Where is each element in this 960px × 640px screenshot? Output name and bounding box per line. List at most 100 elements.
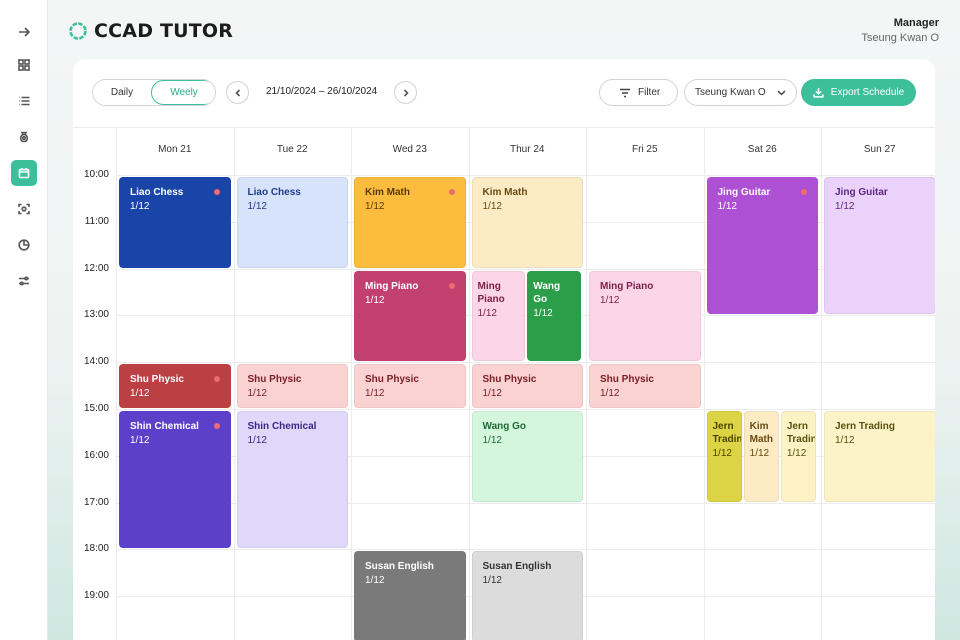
time-label: 19:00 <box>83 590 109 602</box>
event-count: 1/12 <box>247 201 267 212</box>
day-header: Sat 26 <box>747 144 777 155</box>
grid-line <box>586 127 587 640</box>
schedule-event[interactable]: Wang Go 1/12 <box>527 270 581 362</box>
next-week-button[interactable] <box>394 81 417 104</box>
day-header: Fri 25 <box>631 144 658 155</box>
settings-sliders-icon <box>19 276 29 286</box>
grid-line <box>233 127 235 640</box>
schedule-event[interactable]: Shin Chemical 1/12 <box>119 411 231 549</box>
event-count: 1/12 <box>130 201 150 212</box>
event-title: Shin Chemical <box>247 421 317 432</box>
event-count: 1/12 <box>365 575 385 587</box>
schedule-event[interactable]: Kim Math 1/12 <box>471 177 583 268</box>
expand-sidebar-button[interactable] <box>11 19 37 45</box>
schedule-event[interactable]: Jing Guitar 1/12 <box>824 177 935 315</box>
event-count: 1/12 <box>835 201 855 212</box>
grid-line <box>116 315 935 317</box>
day-header: Mon 21 <box>158 144 192 155</box>
event-title: Shu Physic <box>482 374 537 386</box>
user-name: Tseung Kwan O <box>861 32 939 44</box>
schedule-event[interactable]: Kim Math 1/12 <box>743 411 779 502</box>
schedule-event[interactable]: Jing Guitar 1/12 <box>706 177 818 315</box>
chevron-right-icon <box>403 88 409 97</box>
sidebar-item-dashboard[interactable] <box>11 52 37 78</box>
schedule-event[interactable]: Kim Math 1/12 <box>354 177 466 268</box>
schedule-event[interactable]: Ming Piano 1/12 <box>471 270 526 362</box>
grid-line <box>116 127 117 640</box>
user-info[interactable]: Manager Tseung Kwan O <box>861 17 939 44</box>
logo-ring-icon <box>69 22 87 40</box>
schedule-event[interactable]: Jern Trading 1/12 <box>824 411 935 502</box>
event-title: Shu Physic <box>600 374 654 386</box>
sidebar-item-list[interactable] <box>11 88 37 114</box>
event-title: Shu Physic <box>130 374 184 386</box>
schedule-event[interactable]: Liao Chess 1/12 <box>119 177 231 268</box>
user-role: Manager <box>893 17 939 29</box>
location-select[interactable]: Tseung Kwan O <box>684 79 797 106</box>
schedule-event[interactable]: Susan English 1/12 <box>471 551 583 640</box>
event-title: Wang Go <box>533 280 561 305</box>
schedule-event[interactable]: Jern Trading 1/12 <box>780 411 816 502</box>
schedule-event[interactable]: Jern Trading 1/12 <box>706 411 742 502</box>
status-dot-icon <box>213 376 220 383</box>
sidebar-item-reports[interactable] <box>11 232 37 258</box>
event-title: Liao Chess <box>247 187 301 198</box>
brand-logo: CCAD TUTOR <box>68 20 233 42</box>
event-title: Jern Trading <box>835 421 896 432</box>
schedule-event[interactable]: Ming Piano 1/12 <box>589 270 701 362</box>
sidebar-item-schedule[interactable] <box>11 160 37 186</box>
event-title: Shu Physic <box>247 374 302 386</box>
time-label: 12:00 <box>83 262 109 274</box>
time-label: 13:00 <box>83 309 109 321</box>
filter-button[interactable]: Filter <box>599 79 678 106</box>
day-header: Sun 27 <box>863 144 896 155</box>
event-title: Ming Piano <box>365 280 419 292</box>
event-count: 1/12 <box>482 201 502 212</box>
event-count: 1/12 <box>365 388 385 400</box>
filter-icon <box>620 88 630 97</box>
event-count: 1/12 <box>786 448 807 459</box>
grid-line <box>73 127 935 128</box>
weekly-view-button[interactable]: Weely <box>151 80 215 105</box>
event-count: 1/12 <box>600 294 620 306</box>
status-dot-icon <box>213 189 220 195</box>
sidebar-item-settings[interactable] <box>11 268 37 294</box>
time-label: 18:00 <box>83 543 109 555</box>
download-icon <box>813 87 824 98</box>
time-label: 11:00 <box>84 215 109 227</box>
logo-text: CCAD TUTOR <box>94 20 234 42</box>
schedule-toolbar: Daily Weely 21/10/2024 – 26/10/2024 Filt… <box>73 59 935 127</box>
view-toggle: Daily Weely <box>92 79 216 106</box>
event-title: Ming Piano <box>477 280 505 305</box>
sidebar-item-payments[interactable] <box>11 124 37 150</box>
schedule-event[interactable]: Shu Physic 1/12 <box>589 364 701 408</box>
daily-view-button[interactable]: Daily <box>93 80 151 105</box>
schedule-card: Daily Weely 21/10/2024 – 26/10/2024 Filt… <box>73 59 935 640</box>
event-count: 1/12 <box>247 435 267 446</box>
schedule-event[interactable]: Liao Chess 1/12 <box>236 177 348 268</box>
event-count: 1/12 <box>130 435 150 446</box>
event-count: 1/12 <box>365 294 385 306</box>
schedule-event[interactable]: Shu Physic 1/12 <box>236 364 348 408</box>
export-schedule-button[interactable]: Export Schedule <box>801 79 916 106</box>
event-count: 1/12 <box>247 388 267 400</box>
grid-line <box>468 127 470 640</box>
schedule-event[interactable]: Ming Piano 1/12 <box>354 270 466 362</box>
event-count: 1/12 <box>482 575 502 587</box>
schedule-event[interactable]: Susan English 1/12 <box>354 551 466 640</box>
sidebar-item-scan[interactable] <box>11 196 37 222</box>
event-count: 1/12 <box>533 307 553 319</box>
event-count: 1/12 <box>477 307 497 319</box>
schedule-event[interactable]: Shu Physic 1/12 <box>471 364 583 408</box>
event-title: Ming Piano <box>600 280 654 292</box>
event-title: Susan English <box>482 561 552 573</box>
schedule-event[interactable]: Shin Chemical 1/12 <box>236 411 348 549</box>
event-count: 1/12 <box>749 448 770 459</box>
grid-line <box>116 362 935 364</box>
schedule-event[interactable]: Wang Go 1/12 <box>471 411 583 502</box>
schedule-event[interactable]: Shu Physic 1/12 <box>119 364 231 408</box>
schedule-event[interactable]: Shu Physic 1/12 <box>354 364 466 408</box>
event-title: Kim Math <box>482 187 528 198</box>
previous-week-button[interactable] <box>226 81 249 104</box>
event-title: Kim Math <box>749 421 773 445</box>
